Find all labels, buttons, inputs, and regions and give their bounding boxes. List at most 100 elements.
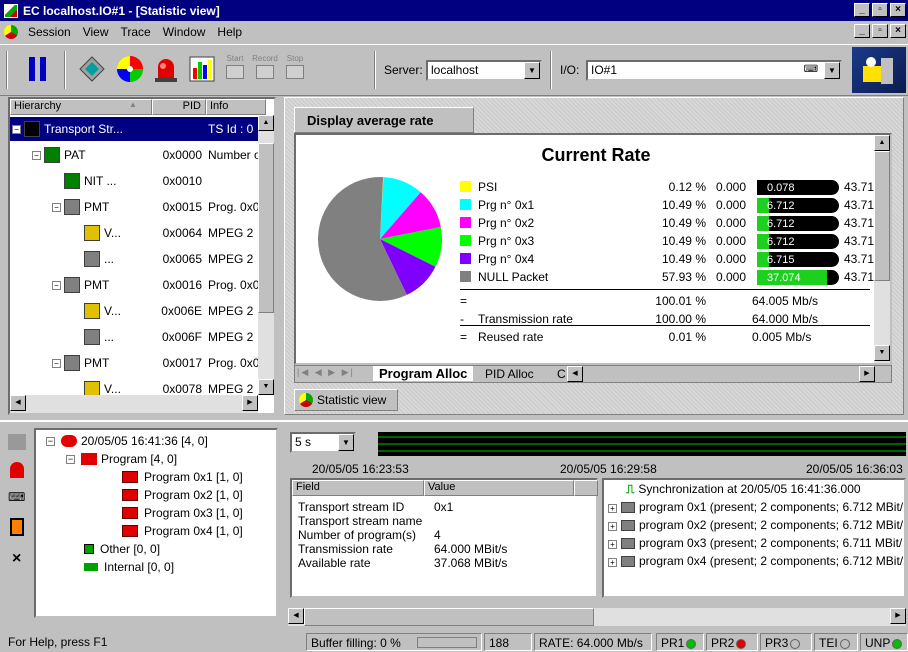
- tab-c[interactable]: C: [557, 367, 566, 381]
- start-button[interactable]: Start: [222, 54, 248, 84]
- scroll-up-icon[interactable]: ▲: [258, 115, 274, 131]
- stop-button[interactable]: Stop: [282, 54, 308, 84]
- doc-restore-button[interactable]: ▫: [872, 24, 888, 38]
- expand-icon[interactable]: +: [608, 504, 617, 513]
- tree-row[interactable]: − PMT 0x0016 Prog. 0x0: [10, 273, 260, 297]
- hierarchy-tree[interactable]: Hierarchy ▲ PID Info − Transport Str... TS …: [8, 97, 276, 415]
- event-item[interactable]: + program 0x1 (present; 2 components; 6.7…: [608, 500, 903, 514]
- scroll-down-icon[interactable]: ▼: [258, 379, 274, 395]
- tree-row[interactable]: −V...0x006EMPEG 2: [10, 299, 260, 323]
- close-icon[interactable]: ×: [12, 550, 21, 568]
- col-hierarchy[interactable]: Hierarchy ▲: [10, 99, 152, 115]
- menu-help[interactable]: Help: [211, 25, 248, 39]
- tree-vscroll[interactable]: ▲ ▼: [258, 115, 274, 395]
- chevron-down-icon[interactable]: ▼: [338, 434, 354, 451]
- minimize-button[interactable]: _: [854, 3, 870, 17]
- tree-row[interactable]: − PAT 0x0000 Number o: [10, 143, 260, 167]
- tree-row[interactable]: −V...0x0064MPEG 2: [10, 221, 260, 245]
- tree-program[interactable]: − Program [4, 0]: [66, 450, 177, 468]
- event-tree[interactable]: −20/05/05 16:41:36 [4, 0] − Program [4, 0…: [34, 428, 278, 618]
- collapse-icon[interactable]: −: [52, 202, 61, 212]
- server-select[interactable]: localhost ▼: [426, 60, 542, 81]
- program-item[interactable]: Program 0x2 [1, 0]: [122, 486, 243, 504]
- timeline-graph[interactable]: [378, 432, 906, 456]
- event-item[interactable]: + program 0x2 (present; 2 components; 6.7…: [608, 518, 903, 532]
- doc-minimize-button[interactable]: _: [854, 24, 870, 38]
- scroll-thumb[interactable]: [304, 608, 594, 626]
- tree-row[interactable]: − Transport Str... TS Id : 0: [10, 117, 260, 141]
- sheet-tab-strip: |◀ ◀ ▶ ▶| Program Alloc PID Alloc C ◀ ▶: [294, 365, 892, 383]
- col-info[interactable]: Info: [206, 99, 266, 115]
- alarm-small-icon[interactable]: [10, 462, 24, 478]
- event-list[interactable]: ⎍ Synchronization at 20/05/05 16:41:36.00…: [602, 478, 906, 598]
- collapse-icon[interactable]: −: [66, 454, 75, 464]
- tree-other[interactable]: Other [0, 0]: [84, 540, 160, 558]
- tree-root[interactable]: − 20/05/05 16:41:36 [4, 0]: [46, 432, 208, 450]
- tree-internal[interactable]: Internal [0, 0]: [84, 558, 174, 576]
- color-wheel-button[interactable]: [114, 53, 146, 85]
- col-pid[interactable]: PID: [152, 99, 206, 115]
- col-field[interactable]: Field: [292, 480, 424, 496]
- program-item[interactable]: Program 0x3 [1, 0]: [122, 504, 243, 522]
- expand-icon[interactable]: +: [608, 540, 617, 549]
- scroll-right-icon[interactable]: ▶: [242, 395, 258, 411]
- scroll-right-icon[interactable]: ▶: [859, 366, 875, 382]
- scroll-up-icon[interactable]: ▲: [874, 135, 890, 151]
- rate-vscroll[interactable]: ▲ ▼: [874, 135, 890, 363]
- collapse-icon[interactable]: −: [52, 280, 61, 290]
- scroll-left-icon[interactable]: ◀: [10, 395, 26, 411]
- tree-row[interactable]: − PMT 0x0015 Prog. 0x0: [10, 195, 260, 219]
- field-table[interactable]: Field Value Transport stream ID 0x1 Transp…: [290, 478, 598, 598]
- close-button[interactable]: ×: [890, 3, 906, 17]
- expand-icon[interactable]: +: [608, 558, 617, 567]
- event-item[interactable]: + program 0x3 (present; 2 components; 6.7…: [608, 536, 902, 550]
- col-value[interactable]: Value: [424, 480, 574, 496]
- tab-program-alloc[interactable]: Program Alloc: [373, 366, 474, 381]
- io-label: I/O:: [560, 63, 580, 77]
- tree-row[interactable]: −NIT ...0x0010: [10, 169, 260, 193]
- program-item[interactable]: Program 0x4 [1, 0]: [122, 522, 243, 540]
- program-item[interactable]: Program 0x1 [1, 0]: [122, 468, 243, 486]
- tab-pid-alloc[interactable]: PID Alloc: [485, 367, 534, 381]
- chevron-down-icon[interactable]: ▼: [524, 62, 540, 79]
- scroll-thumb[interactable]: [874, 151, 890, 281]
- pause-small-icon[interactable]: [8, 434, 26, 450]
- menu-window[interactable]: Window: [157, 25, 212, 39]
- menu-session[interactable]: Session: [22, 25, 77, 39]
- tree-row[interactable]: −...0x006FMPEG 2: [10, 325, 260, 349]
- collapse-icon[interactable]: −: [32, 150, 41, 160]
- alarm-button[interactable]: [150, 53, 182, 85]
- expand-icon[interactable]: +: [608, 522, 617, 531]
- statistic-view-tab[interactable]: Statistic view: [294, 389, 398, 411]
- record-button[interactable]: Record: [252, 54, 278, 84]
- tab-nav-icons[interactable]: |◀ ◀ ▶ ▶|: [297, 367, 355, 378]
- bottom-hscroll[interactable]: ◀ ▶: [288, 608, 906, 626]
- count-panel: 188: [484, 633, 532, 651]
- interval-select[interactable]: 5 s ▼: [290, 432, 356, 453]
- collapse-icon[interactable]: −: [52, 358, 61, 368]
- thermometer-icon[interactable]: [10, 518, 24, 536]
- tree-hscroll[interactable]: ◀ ▶: [10, 395, 258, 413]
- chart-button[interactable]: [186, 53, 218, 85]
- network-small-icon[interactable]: ⌨: [8, 490, 26, 506]
- sync-entry[interactable]: ⎍ Synchronization at 20/05/05 16:41:36.00…: [626, 482, 861, 497]
- menu-view[interactable]: View: [77, 25, 115, 39]
- scroll-down-icon[interactable]: ▼: [874, 345, 890, 361]
- display-average-rate-tab[interactable]: Display average rate: [294, 107, 474, 133]
- scroll-thumb[interactable]: [258, 143, 274, 313]
- scroll-left-icon[interactable]: ◀: [288, 608, 304, 624]
- tree-row[interactable]: −...0x0065MPEG 2: [10, 247, 260, 271]
- tree-row[interactable]: − PMT 0x0017 Prog. 0x0: [10, 351, 260, 375]
- filter-button[interactable]: [76, 53, 108, 85]
- doc-close-button[interactable]: ×: [890, 24, 906, 38]
- scroll-left-icon[interactable]: ◀: [567, 366, 583, 382]
- menu-trace[interactable]: Trace: [115, 25, 157, 39]
- io-select[interactable]: IO#1 ⌨ ▼: [586, 60, 842, 81]
- collapse-icon[interactable]: −: [12, 124, 21, 134]
- collapse-icon[interactable]: −: [46, 436, 55, 446]
- maximize-button[interactable]: ▫: [872, 3, 888, 17]
- chevron-down-icon[interactable]: ▼: [824, 62, 840, 79]
- pause-button[interactable]: [22, 53, 54, 85]
- event-item[interactable]: + program 0x4 (present; 2 components; 6.7…: [608, 554, 903, 568]
- scroll-right-icon[interactable]: ▶: [890, 608, 906, 624]
